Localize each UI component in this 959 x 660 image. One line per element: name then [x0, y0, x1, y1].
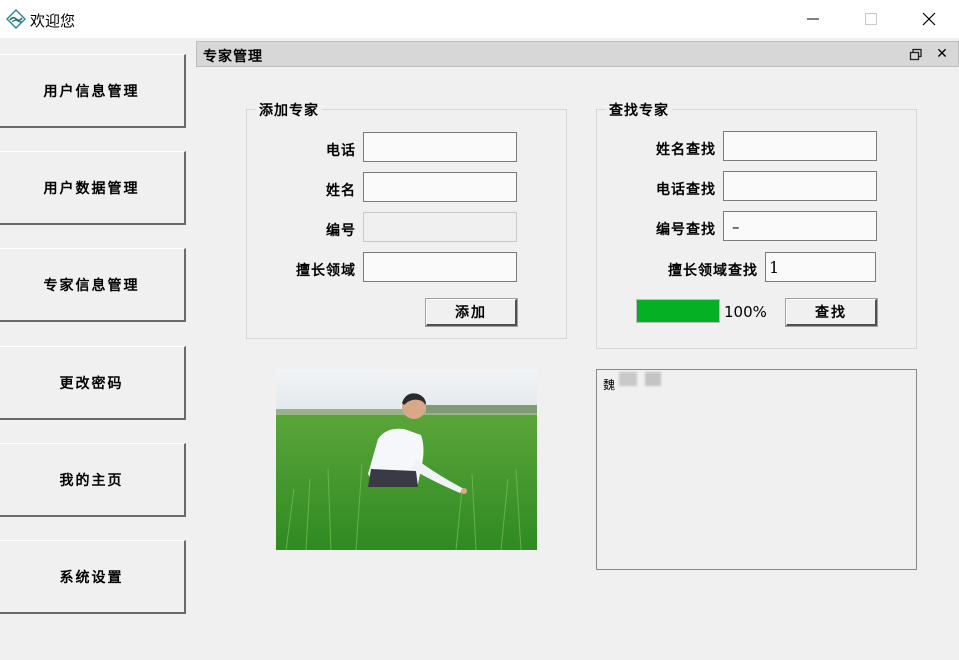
sidebar-item-label: 系统设置 — [59, 569, 124, 586]
search-button[interactable]: 查找 — [785, 298, 878, 327]
sidebar-item-expert-info[interactable]: 专家信息管理 — [0, 248, 186, 322]
redacted-block — [645, 372, 661, 386]
add-button[interactable]: 添加 — [425, 298, 518, 327]
title-bar: 欢迎您 — [0, 0, 959, 38]
child-window-header: 专家管理 ✕ — [196, 41, 959, 67]
sidebar-item-user-data[interactable]: 用户数据管理 — [0, 151, 186, 225]
name-label: 姓名 — [326, 183, 356, 199]
expertise-input[interactable] — [363, 252, 517, 282]
sidebar-item-my-homepage[interactable]: 我的主页 — [0, 443, 186, 517]
minimize-button[interactable] — [784, 0, 842, 38]
sidebar-item-user-info[interactable]: 用户信息管理 — [0, 54, 186, 128]
progress-text: 100% — [724, 303, 767, 321]
sidebar-item-label: 更改密码 — [59, 375, 124, 392]
close-button[interactable] — [900, 0, 958, 38]
sidebar-item-change-password[interactable]: 更改密码 — [0, 346, 186, 420]
expert-photo — [276, 369, 537, 550]
find-expert-legend: 查找专家 — [606, 100, 672, 120]
close-icon — [922, 12, 936, 26]
add-expert-legend: 添加专家 — [256, 100, 322, 120]
expertise-label: 擅长领域 — [296, 263, 356, 279]
expertise-search-input[interactable]: 1 — [765, 252, 876, 282]
sidebar-item-label: 用户数据管理 — [43, 180, 140, 197]
app-logo-icon — [6, 9, 26, 29]
sidebar-item-label: 用户信息管理 — [43, 83, 140, 100]
result-text: 魏 — [603, 378, 616, 392]
sidebar-item-label: 我的主页 — [59, 472, 124, 489]
id-search-input[interactable]: – — [723, 211, 877, 241]
redacted-block — [619, 372, 637, 386]
name-search-label: 姓名查找 — [656, 142, 716, 158]
minimize-icon — [807, 18, 819, 20]
maximize-icon — [865, 13, 877, 25]
window-title: 欢迎您 — [30, 12, 76, 30]
phone-label: 电话 — [326, 143, 356, 159]
expertise-search-label: 擅长领域查找 — [668, 263, 758, 279]
id-label: 编号 — [326, 223, 356, 239]
id-search-label: 编号查找 — [656, 222, 716, 238]
child-close-icon[interactable]: ✕ — [934, 46, 950, 62]
result-box[interactable]: 魏 — [596, 369, 917, 570]
sidebar-item-label: 专家信息管理 — [43, 277, 140, 294]
id-input — [363, 212, 517, 242]
phone-search-input[interactable] — [723, 171, 877, 201]
progress-bar — [636, 299, 720, 323]
sidebar-item-system-settings[interactable]: 系统设置 — [0, 540, 186, 614]
progress-fill — [637, 300, 719, 322]
restore-icon[interactable] — [909, 47, 923, 61]
phone-input[interactable] — [363, 132, 517, 162]
name-input[interactable] — [363, 172, 517, 202]
name-search-input[interactable] — [723, 131, 877, 161]
phone-search-label: 电话查找 — [656, 182, 716, 198]
maximize-button[interactable] — [842, 0, 900, 38]
child-window-title: 专家管理 — [203, 49, 263, 65]
